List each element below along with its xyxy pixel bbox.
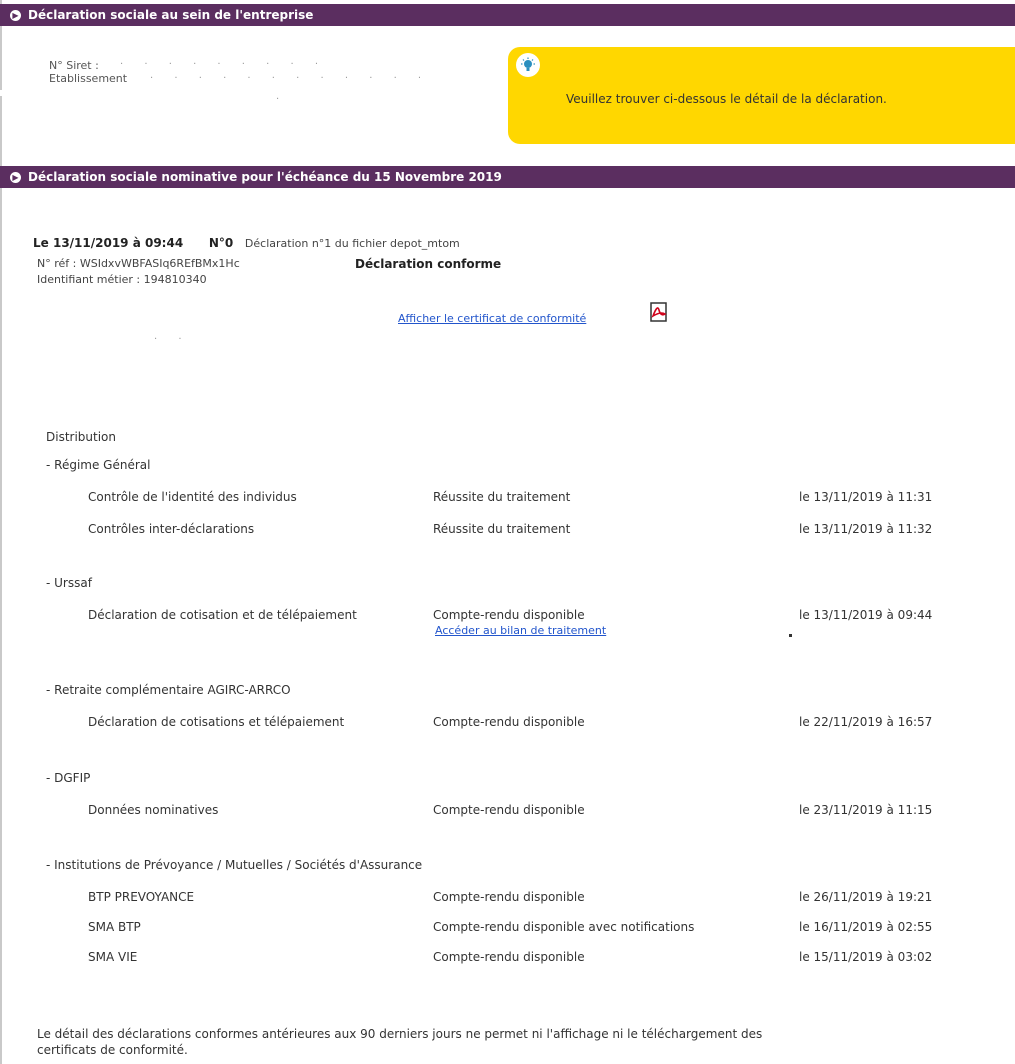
row-label: Contrôles inter-déclarations [88,522,255,536]
chevron-right-icon: ▶ [10,9,21,21]
row-date: le 23/11/2019 à 11:15 [799,803,933,817]
certificate-link[interactable]: Afficher le certificat de conformité [398,312,586,325]
footer-note-line2: certificats de conformité. [37,1043,188,1057]
row-status: Compte-rendu disponible [433,803,585,817]
redacted-siret: · · · · · · · · · [120,59,328,70]
row-status: Compte-rendu disponible [433,608,585,622]
row-label: Déclaration de cotisations et télépaieme… [88,715,345,729]
row-status: Compte-rendu disponible [433,950,585,964]
declaration-description: Déclaration n°1 du fichier depot_mtom [244,237,460,250]
row-label: SMA BTP [88,920,141,934]
row-date: le 26/11/2019 à 19:21 [799,890,933,904]
footer-note-line1: Le détail des déclarations conformes ant… [37,1027,763,1041]
row-status: Compte-rendu disponible [433,715,585,729]
siret-label: N° Siret : [49,59,99,72]
info-message: Veuillez trouver ci-dessous le détail de… [566,92,887,106]
row-status: Compte-rendu disponible [433,890,585,904]
row-label: SMA VIE [88,950,138,964]
redacted-mark: · [276,94,289,105]
section-header-entreprise[interactable]: ▶ Déclaration sociale au sein de l'entre… [0,4,1015,26]
row-date: le 22/11/2019 à 16:57 [799,715,933,729]
declaration-identifiant: Identifiant métier : 194810340 [37,273,207,286]
row-label: BTP PREVOYANCE [88,890,195,904]
redaction-band [0,90,270,96]
row-date: le 16/11/2019 à 02:55 [799,920,933,934]
pdf-icon[interactable] [650,302,668,322]
page-left-border [0,0,2,1064]
row-label: Données nominatives [88,803,219,817]
lightbulb-icon [516,53,540,77]
group-name: - DGFIP [46,771,91,785]
stray-dot [789,634,792,637]
group-name: - Institutions de Prévoyance / Mutuelles… [46,858,423,872]
distribution-title: Distribution [46,430,117,444]
section-title: Déclaration sociale au sein de l'entrepr… [28,8,314,22]
row-status: Réussite du traitement [433,490,571,504]
section-title: Déclaration sociale nominative pour l'éc… [28,170,502,184]
bilan-traitement-link[interactable]: Accéder au bilan de traitement [435,624,606,637]
declaration-status: Déclaration conforme [355,257,502,271]
group-name: - Retraite complémentaire AGIRC-ARRCO [46,683,291,697]
declaration-number: N°0 [208,236,234,250]
info-box: Veuillez trouver ci-dessous le détail de… [508,47,1015,144]
row-date: le 13/11/2019 à 09:44 [799,608,933,622]
row-date: le 15/11/2019 à 03:02 [799,950,933,964]
group-name: - Régime Général [46,458,151,472]
row-label: Déclaration de cotisation et de télépaie… [88,608,357,622]
row-status: Réussite du traitement [433,522,571,536]
etablissement-label: Etablissement [49,72,128,85]
row-status: Compte-rendu disponible avec notificatio… [433,920,695,934]
group-name: - Urssaf [46,576,92,590]
row-label: Contrôle de l'identité des individus [88,490,297,504]
section-header-dsn[interactable]: ▶ Déclaration sociale nominative pour l'… [0,166,1015,188]
redacted-mark: · · [154,334,191,345]
row-date: le 13/11/2019 à 11:32 [799,522,933,536]
row-date: le 13/11/2019 à 11:31 [799,490,933,504]
chevron-right-icon: ▶ [10,171,21,183]
declaration-date: Le 13/11/2019 à 09:44 [33,236,184,250]
declaration-ref: N° réf : WSIdxvWBFASIq6REfBMx1Hc [37,257,240,270]
declaration-line: Le 13/11/2019 à 09:44 N°0 Déclaration n°… [33,236,460,250]
redacted-etablissement: · · · · · · · · · · · · [150,73,431,84]
